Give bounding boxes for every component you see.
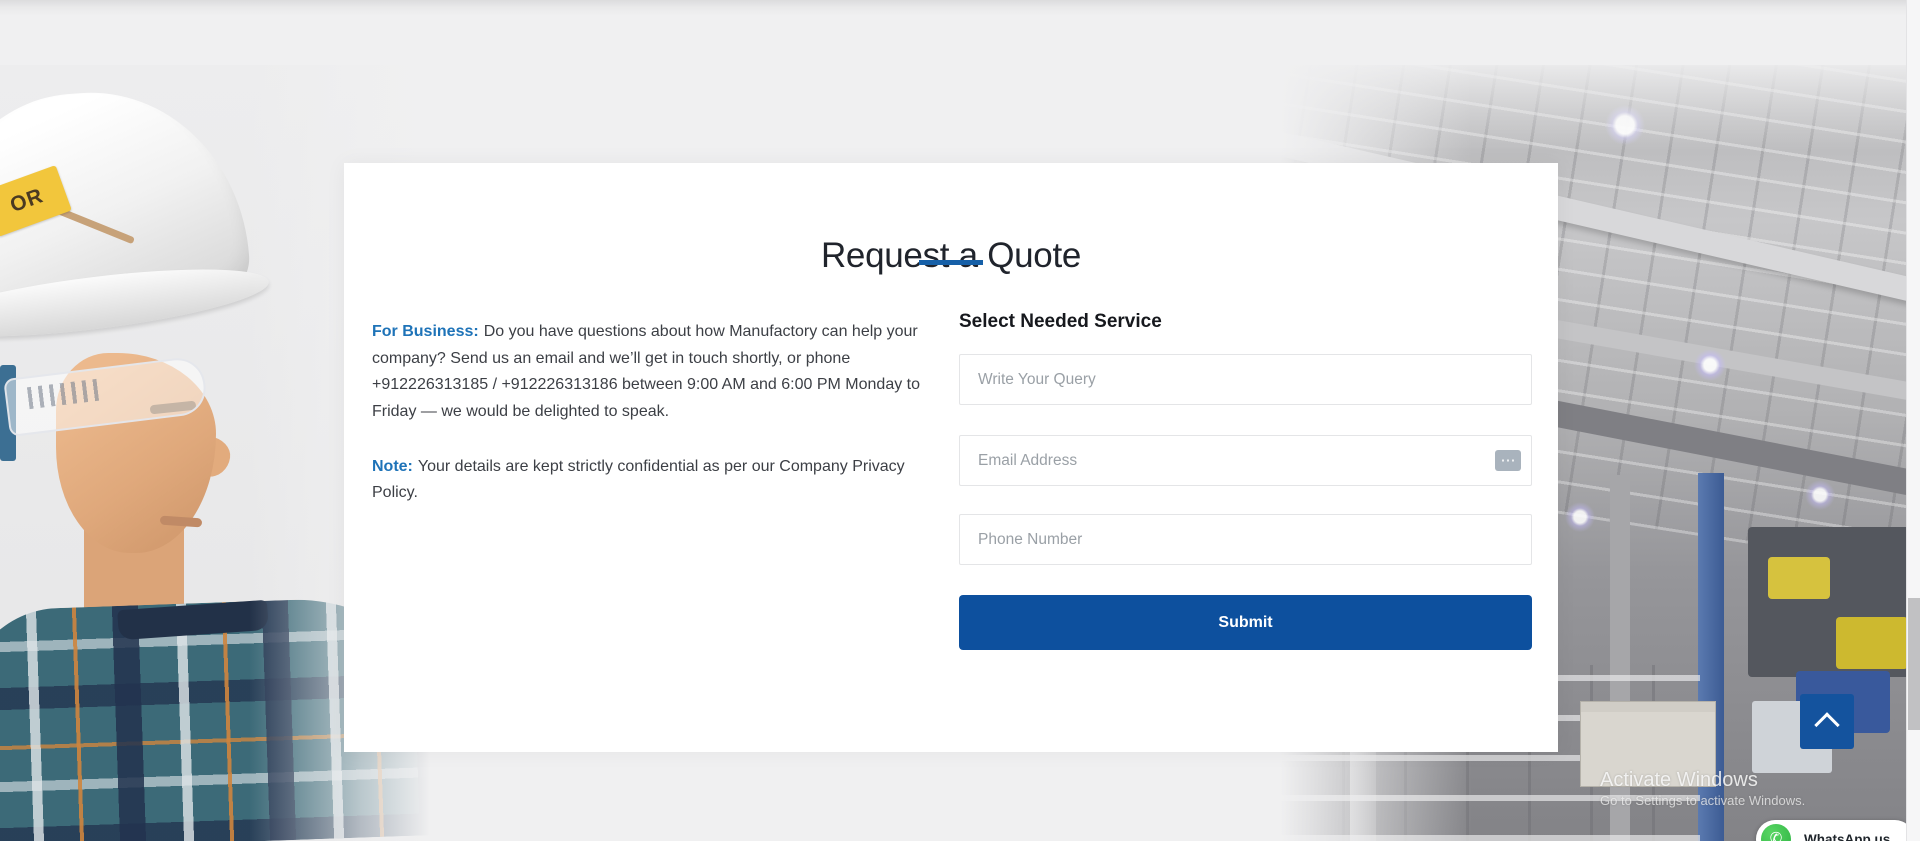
phone-input[interactable] — [959, 514, 1532, 565]
query-input[interactable] — [959, 354, 1532, 405]
scrollbar-thumb[interactable] — [1908, 598, 1920, 730]
whatsapp-button[interactable]: ✆ WhatsApp us — [1756, 820, 1914, 841]
title-underline — [919, 260, 983, 265]
note-label: Note: — [372, 458, 413, 475]
request-quote-card: Request a Quote For Business: Do you have… — [344, 163, 1558, 752]
chevron-up-icon — [1814, 712, 1840, 738]
query-field-wrap — [959, 354, 1532, 405]
watermark-line2: Go to Settings to activate Windows. — [1600, 793, 1806, 808]
for-business-paragraph: For Business: Do you have questions about… — [372, 319, 952, 425]
note-paragraph: Note: Your details are kept strictly conf… — [372, 454, 952, 506]
autofill-ellipsis-icon[interactable]: ⋯ — [1495, 450, 1521, 471]
scrollbar-track[interactable] — [1906, 0, 1920, 841]
back-to-top-button[interactable] — [1800, 694, 1854, 749]
whatsapp-phone-icon: ✆ — [1761, 824, 1791, 841]
submit-button[interactable]: Submit — [959, 595, 1532, 650]
for-business-label: For Business: — [372, 323, 479, 340]
watermark-line1: Activate Windows — [1600, 769, 1758, 791]
note-text: Your details are kept strictly confident… — [372, 458, 905, 501]
form-heading: Select Needed Service — [959, 311, 1162, 332]
whatsapp-label: WhatsApp us — [1804, 831, 1891, 841]
phone-field-wrap — [959, 514, 1532, 565]
top-section-strip — [0, 0, 1920, 65]
activate-windows-watermark: Activate Windows Go to Settings to activ… — [1600, 768, 1805, 810]
quote-form: Select Needed Service ⋯ Submit — [959, 311, 1532, 671]
email-field-wrap: ⋯ — [959, 435, 1532, 486]
page: OR Request a Quote — [0, 0, 1920, 841]
email-input[interactable] — [959, 435, 1532, 486]
intro-text-column: For Business: Do you have questions about… — [372, 319, 952, 506]
section-title: Request a Quote — [820, 236, 1082, 276]
